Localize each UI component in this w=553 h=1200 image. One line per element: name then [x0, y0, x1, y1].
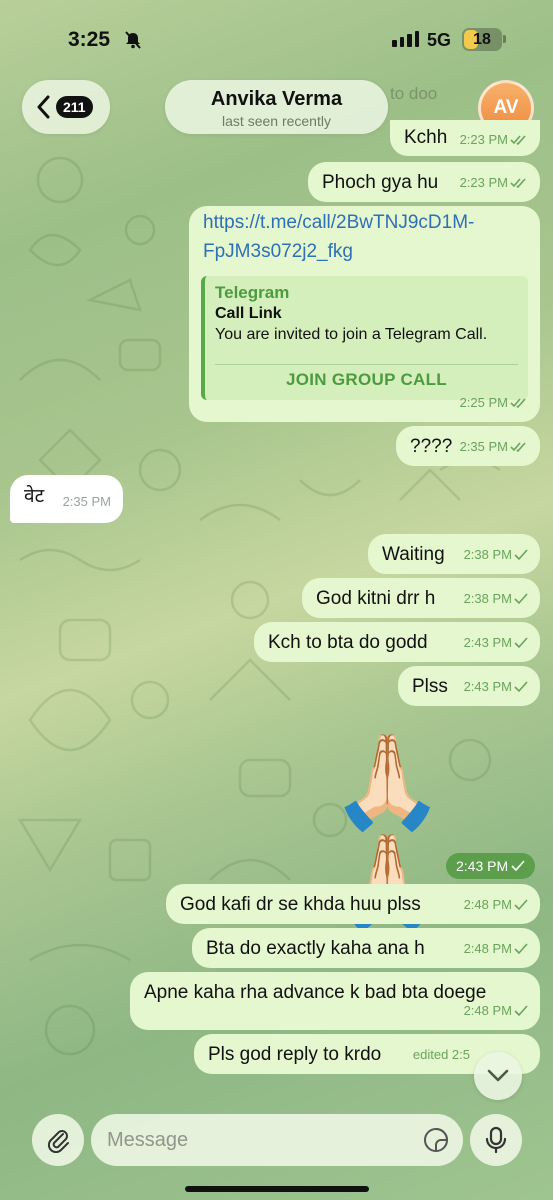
battery-level: 18 — [473, 30, 491, 48]
message-time: 2:23 PM — [459, 175, 508, 190]
status-time: 3:25 — [68, 28, 111, 51]
contact-name: Anvika Verma — [210, 88, 343, 110]
battery-icon: 18 — [462, 28, 502, 51]
message-meta: 2:35 PM — [460, 435, 528, 459]
back-button[interactable]: 211 — [22, 80, 110, 134]
scroll-down-button[interactable] — [474, 1052, 522, 1100]
message-meta: 2:23 PM — [460, 128, 528, 152]
check-icon — [514, 549, 528, 561]
message-meta: 2:25 PM — [460, 391, 528, 415]
message-text: Phoch gya hu — [322, 172, 439, 193]
message-text: Waiting — [382, 544, 445, 565]
avatar-initials: AV — [493, 97, 519, 118]
message-text: ???? — [410, 436, 453, 457]
check-icon — [514, 637, 528, 649]
chat-title[interactable]: Anvika Verma last seen recently — [165, 80, 388, 134]
message-text: God kafi dr se khda huu plss — [180, 894, 421, 915]
message-time: 2:43 PM — [456, 858, 509, 874]
message-bubble[interactable]: God kafi dr se khda huu plss 2:48 PM — [166, 884, 540, 924]
message-bubble[interactable]: Apne kaha rha advance k bad bta doege 2:… — [130, 972, 540, 1030]
message-bubble[interactable]: Kch to bta do godd 2:43 PM — [254, 622, 540, 662]
message-bubble[interactable]: Kchh 2:23 PM — [390, 120, 540, 156]
message-time: 2:38 PM — [463, 591, 512, 606]
microphone-icon — [485, 1126, 507, 1154]
message-time: 2:43 PM — [463, 635, 512, 650]
emoji-time-chip: 2:43 PM — [446, 853, 536, 879]
sticker-icon[interactable] — [423, 1127, 449, 1153]
status-bar: 3:25 5G 18 — [0, 0, 553, 80]
incoming-message-bubble[interactable]: वेट 2:35 PM — [10, 475, 123, 523]
message-bubble[interactable]: Phoch gya hu 2:23 PM — [308, 162, 540, 202]
preview-description: You are invited to join a Telegram Call. — [215, 326, 488, 343]
double-check-icon — [510, 442, 526, 453]
message-text: Plss — [412, 676, 448, 697]
message-text: Apne kaha rha advance k bad bta doege — [144, 982, 487, 1003]
link-preview[interactable]: Telegram Call Link You are invited to jo… — [201, 276, 528, 400]
check-icon — [514, 681, 528, 693]
contact-status: last seen recently — [222, 113, 331, 129]
message-meta: 2:48 PM — [464, 999, 528, 1023]
double-check-icon — [510, 135, 526, 146]
message-meta: 2:48 PM — [464, 937, 528, 961]
message-time: 2:48 PM — [463, 941, 512, 956]
ghost-text: to doo — [390, 84, 438, 103]
message-bubble[interactable]: Waiting 2:38 PM — [368, 534, 540, 574]
home-indicator — [185, 1186, 369, 1192]
double-check-icon — [510, 178, 526, 189]
message-meta: 2:43 PM — [464, 631, 528, 655]
message-meta: 2:38 PM — [464, 543, 528, 567]
check-icon — [514, 1005, 528, 1017]
message-meta: edited 2:5 — [413, 1043, 470, 1067]
preview-divider — [215, 364, 518, 365]
paperclip-icon — [47, 1130, 69, 1153]
chevron-down-icon — [487, 1069, 509, 1082]
signal-icon — [392, 31, 419, 47]
message-bubble[interactable]: ???? 2:35 PM — [396, 426, 540, 466]
network-label: 5G — [427, 30, 452, 50]
double-check-icon — [510, 398, 526, 409]
message-bubble[interactable]: Plss 2:43 PM — [398, 666, 540, 706]
message-meta: 2:23 PM — [460, 171, 528, 195]
message-time: 2:38 PM — [463, 547, 512, 562]
message-placeholder: Message — [107, 1128, 189, 1151]
composer-bar: Message — [0, 1100, 553, 1200]
message-text: Bta do exactly kaha ana h — [206, 938, 425, 959]
check-icon — [514, 593, 528, 605]
preview-title: Call Link — [215, 305, 282, 322]
message-time: edited 2:5 — [412, 1047, 470, 1062]
message-bubble[interactable]: God kitni drr h 2:38 PM — [302, 578, 540, 618]
chevron-left-icon — [37, 95, 50, 119]
message-time: 2:43 PM — [463, 679, 512, 694]
call-link[interactable]: https://t.me/call/2BwTNJ9cD1M- — [203, 211, 474, 235]
message-text: God kitni drr h — [316, 588, 436, 609]
attach-button[interactable] — [32, 1114, 84, 1166]
check-icon — [514, 943, 528, 955]
message-text: वेट — [24, 486, 45, 507]
message-bubble[interactable]: Bta do exactly kaha ana h 2:48 PM — [192, 928, 540, 968]
call-link-continued[interactable]: FpJM3s072j2_fkg — [203, 240, 353, 264]
join-group-call-button[interactable]: JOIN GROUP CALL — [205, 368, 528, 392]
preview-site: Telegram — [215, 283, 290, 302]
message-time: 2:25 PM — [459, 395, 508, 410]
message-time: 2:35 PM — [459, 439, 508, 454]
message-text: Pls god reply to krdo — [208, 1044, 382, 1065]
message-meta: 2:48 PM — [464, 893, 528, 917]
message-time: 2:48 PM — [463, 1003, 512, 1018]
check-icon — [514, 899, 528, 911]
bell-off-icon — [125, 31, 141, 49]
microphone-button[interactable] — [470, 1114, 522, 1166]
message-meta: 2:38 PM — [464, 587, 528, 611]
message-text: Kchh — [404, 127, 448, 148]
message-time: 2:35 PM — [62, 494, 111, 509]
link-message-bubble[interactable]: https://t.me/call/2BwTNJ9cD1M- FpJM3s072… — [189, 206, 540, 422]
unread-count-badge: 211 — [56, 96, 93, 118]
message-meta: 2:43 PM — [464, 675, 528, 699]
message-text: Kch to bta do godd — [268, 632, 428, 653]
message-input[interactable]: Message — [91, 1114, 463, 1166]
message-meta: 2:35 PM — [63, 490, 111, 514]
message-time: 2:23 PM — [459, 132, 508, 147]
check-icon — [511, 860, 525, 872]
message-time: 2:48 PM — [463, 897, 512, 912]
